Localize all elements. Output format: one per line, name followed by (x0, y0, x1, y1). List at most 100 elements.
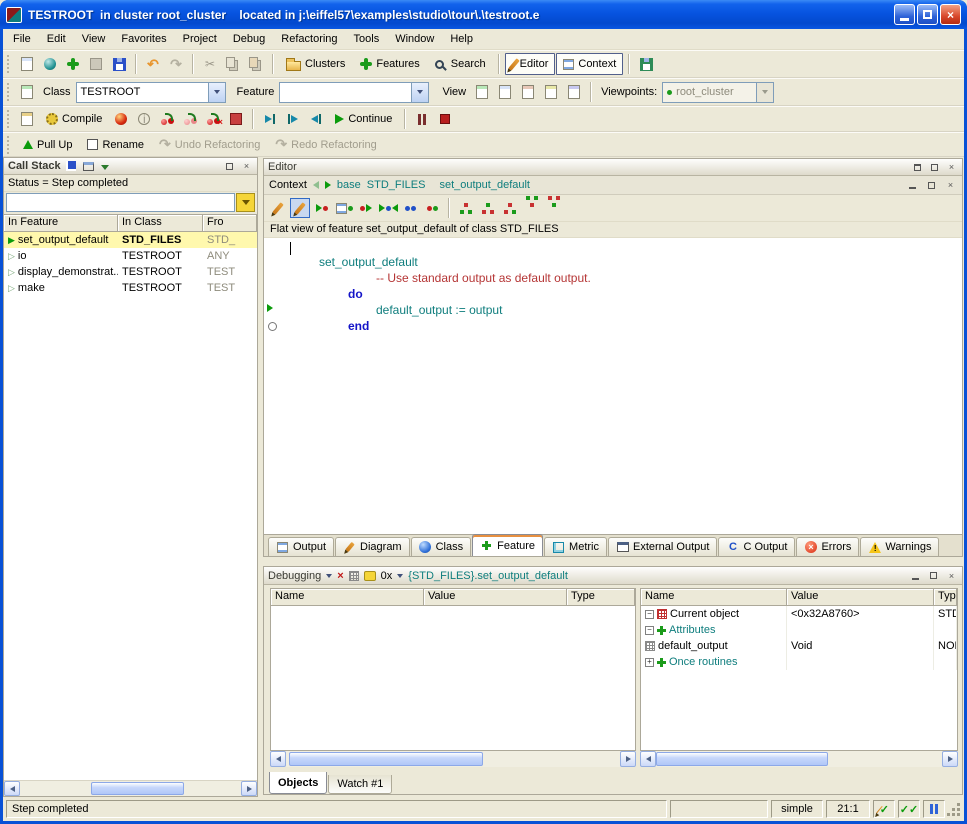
viewpoints-combobox-arrow[interactable] (756, 83, 773, 102)
open-in-new-window-icon[interactable] (82, 160, 95, 173)
call-stack-row-current[interactable]: ▶set_output_default STD_FILES STD_ (4, 232, 257, 248)
basic-text-view-icon[interactable] (471, 81, 493, 103)
close-panel-icon[interactable]: × (945, 569, 958, 582)
breakpoint-slot-icon[interactable] (268, 322, 277, 331)
object-tree-row[interactable]: default_output Void NON (641, 638, 957, 654)
close-button[interactable]: × (940, 4, 961, 25)
context-toggle-button[interactable]: Context (556, 53, 623, 75)
tab-metric[interactable]: Metric (544, 537, 607, 556)
column-type[interactable]: Type (567, 589, 635, 606)
call-stack-filter-input[interactable] (6, 193, 235, 212)
call-stack-row[interactable]: ▷make TESTROOT TEST (4, 280, 257, 296)
stop-button[interactable] (434, 108, 456, 130)
column-in-feature[interactable]: In Feature (4, 215, 118, 232)
column-from[interactable]: Fro (203, 215, 257, 232)
scroll-thumb[interactable] (91, 782, 184, 795)
menu-tools[interactable]: Tools (346, 31, 388, 47)
edit-class-icon[interactable] (290, 198, 310, 218)
maximize-panel-icon[interactable] (927, 569, 940, 582)
ancestors-icon[interactable] (456, 198, 476, 218)
viewpoints-combobox[interactable]: root_cluster (662, 82, 774, 103)
call-stack-row[interactable]: ▷io TESTROOT ANY (4, 248, 257, 264)
descendants-icon[interactable] (478, 198, 498, 218)
menu-window[interactable]: Window (387, 31, 442, 47)
debugging-header[interactable]: Debugging × 0x {STD_FILES}.set_output_de… (264, 567, 962, 585)
maximize-panel-icon[interactable] (925, 179, 938, 192)
column-value[interactable]: Value (787, 589, 934, 606)
close-panel-icon[interactable]: × (240, 160, 253, 173)
debug-tools-dropdown-icon[interactable] (326, 574, 332, 578)
column-in-class[interactable]: In Class (118, 215, 203, 232)
step-next-icon[interactable] (259, 108, 281, 130)
clusters-button[interactable]: Clusters (279, 53, 352, 75)
scroll-left-button[interactable] (640, 751, 656, 767)
features-button[interactable]: Features (353, 53, 426, 75)
step-out-icon[interactable] (305, 108, 327, 130)
scroll-right-button[interactable] (620, 751, 636, 767)
paste-icon[interactable] (245, 53, 267, 75)
search-button[interactable]: Search (428, 53, 493, 75)
toolbar-grip[interactable] (7, 136, 11, 154)
scroll-track[interactable] (286, 751, 620, 767)
minimize-panel-icon[interactable] (906, 179, 919, 192)
save-call-stack-icon[interactable] (65, 160, 78, 173)
external-commands-icon[interactable] (635, 53, 657, 75)
float-panel-icon[interactable] (911, 161, 924, 174)
history-back-icon[interactable] (313, 181, 319, 189)
scroll-track[interactable] (656, 751, 942, 767)
scroll-left-button[interactable] (4, 781, 20, 796)
remove-stop-points-icon[interactable]: × (202, 108, 224, 130)
suppliers-icon[interactable] (522, 198, 542, 218)
tab-output[interactable]: Output (268, 537, 334, 556)
object-grid-icon[interactable] (349, 571, 359, 581)
open-project-icon[interactable] (39, 53, 61, 75)
menu-refactoring[interactable]: Refactoring (273, 31, 345, 47)
save-icon[interactable] (108, 53, 130, 75)
feature-combobox[interactable] (279, 82, 429, 103)
maximize-panel-icon[interactable] (223, 160, 236, 173)
tab-errors[interactable]: ×Errors (796, 537, 859, 556)
resize-grip[interactable] (948, 801, 961, 817)
callers-icon[interactable] (378, 198, 398, 218)
swap-view-icon[interactable] (422, 198, 442, 218)
tab-watch-1[interactable]: Watch #1 (328, 775, 392, 794)
column-value[interactable]: Value (424, 589, 567, 606)
call-stack-row[interactable]: ▷display_demonstrat... TESTROOT TEST (4, 264, 257, 280)
object-tree-row[interactable]: +Once routines (641, 654, 957, 670)
close-panel-icon[interactable]: × (944, 179, 957, 192)
compilation-info-icon[interactable]: i (133, 108, 155, 130)
history-forward-icon[interactable] (325, 181, 331, 189)
objects-hscrollbar[interactable] (640, 751, 958, 767)
expand-icon[interactable]: + (645, 658, 654, 667)
column-name[interactable]: Name (641, 589, 787, 606)
file-icon[interactable] (85, 53, 107, 75)
tab-objects[interactable]: Objects (269, 772, 327, 794)
object-tree-row[interactable]: −Attributes (641, 622, 957, 638)
hex-dropdown-icon[interactable] (397, 574, 403, 578)
scroll-right-button[interactable] (241, 781, 257, 796)
scroll-thumb[interactable] (656, 752, 828, 766)
tab-c-output[interactable]: CC Output (718, 537, 795, 556)
tab-warnings[interactable]: !Warnings (860, 537, 939, 556)
toolbar-grip[interactable] (7, 110, 11, 128)
call-stack-header[interactable]: Call Stack × (4, 158, 257, 175)
undo-refactoring-button[interactable]: ↶Undo Refactoring (152, 134, 267, 156)
note-icon[interactable] (364, 571, 376, 581)
scroll-right-button[interactable] (942, 751, 958, 767)
homonyms-icon[interactable] (544, 198, 564, 218)
melt-icon[interactable] (110, 108, 132, 130)
clickable-view-icon[interactable] (494, 81, 516, 103)
class-combobox[interactable]: TESTROOT (76, 82, 226, 103)
pull-up-button[interactable]: Pull Up (16, 134, 79, 156)
title-bar[interactable]: TESTROOT in cluster root_cluster located… (0, 0, 967, 29)
new-class-icon[interactable] (16, 53, 38, 75)
menu-project[interactable]: Project (175, 31, 225, 47)
feature-combobox-arrow[interactable] (411, 83, 428, 102)
code-editor[interactable]: set_output_default -- Use standard outpu… (264, 238, 962, 534)
scroll-left-button[interactable] (270, 751, 286, 767)
disable-stop-points-icon[interactable] (179, 108, 201, 130)
minimize-button[interactable] (894, 4, 915, 25)
tab-class[interactable]: Class (411, 537, 472, 556)
go-to-definition-icon[interactable] (312, 198, 332, 218)
feature-list-icon[interactable] (334, 198, 354, 218)
